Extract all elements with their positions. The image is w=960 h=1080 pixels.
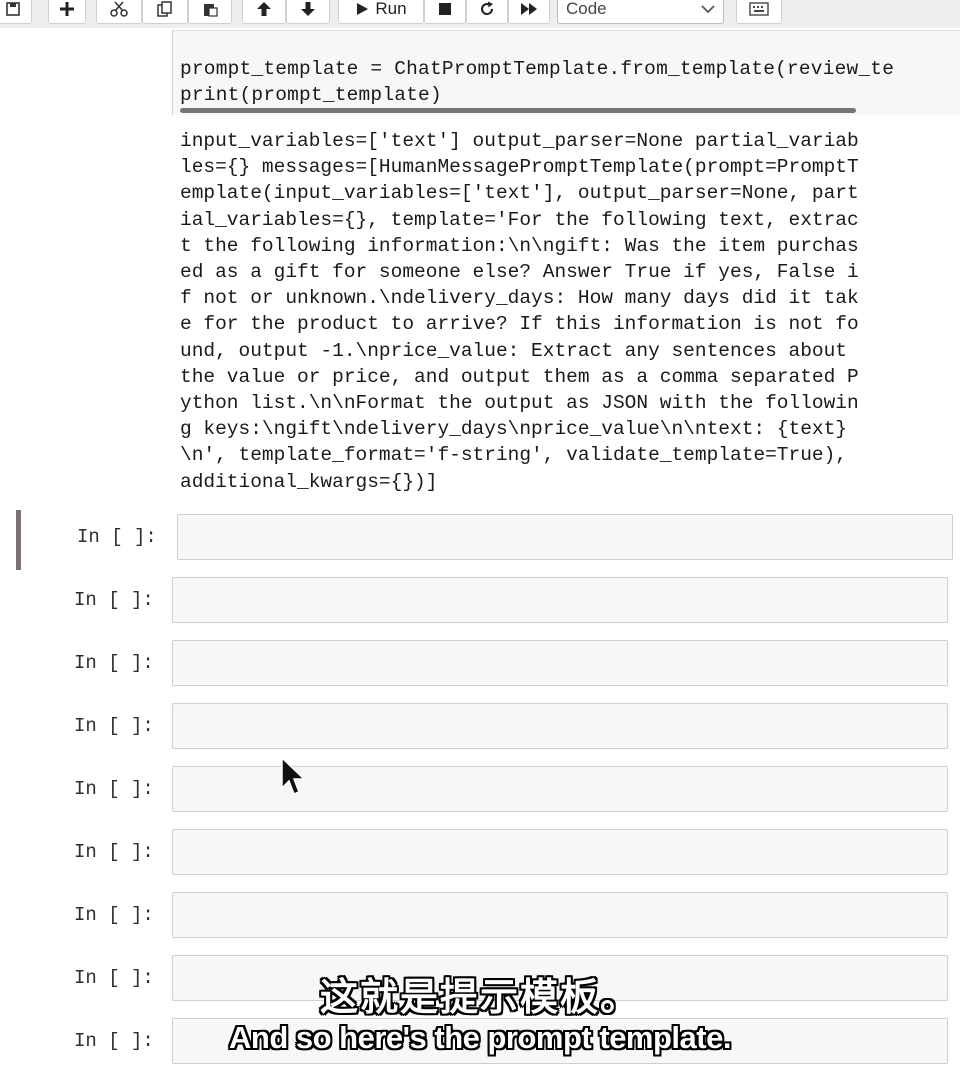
- move-up-button[interactable]: [242, 0, 286, 24]
- output-line: f not or unknown.\ndelivery_days: How ma…: [180, 287, 859, 310]
- mouse-cursor-icon: [281, 756, 306, 795]
- code-line-2: print(prompt_template): [180, 84, 442, 106]
- output-line: ial_variables={}, template='For the foll…: [180, 208, 859, 231]
- arrow-down-icon: [301, 2, 315, 16]
- save-button[interactable]: [0, 0, 32, 24]
- interrupt-button[interactable]: [424, 0, 466, 24]
- print-keyword: print: [180, 84, 240, 106]
- code-cell[interactable]: In [ ]:: [18, 699, 950, 759]
- output-line: additional_kwargs={})]: [180, 470, 438, 493]
- output-line: input_variables=['text'] output_parser=N…: [180, 130, 859, 152]
- cell-input-area[interactable]: [172, 640, 948, 686]
- output-line: g keys:\ngift\ndelivery_days\nprice_valu…: [180, 418, 848, 441]
- run-button[interactable]: Run: [338, 0, 424, 24]
- cell-type-value: Code: [566, 0, 607, 18]
- code-cell[interactable]: In [ ]:: [18, 762, 950, 822]
- run-label: Run: [375, 0, 407, 18]
- copy-button[interactable]: [142, 0, 188, 24]
- cell-prompt: In [ ]:: [74, 841, 154, 863]
- save-icon: [6, 2, 20, 16]
- restart-icon: [481, 1, 494, 16]
- cell-input-area[interactable]: [172, 577, 948, 623]
- restart-button[interactable]: [466, 0, 508, 24]
- run-all-button[interactable]: [508, 0, 550, 24]
- fast-forward-icon: [521, 3, 537, 15]
- cell-prompt: In [ ]:: [74, 778, 154, 800]
- notebook-toolbar: Run Code: [0, 0, 960, 28]
- move-down-button[interactable]: [286, 0, 330, 24]
- output-line: les={} messages=[HumanMessagePromptTempl…: [180, 156, 859, 179]
- cell-input-area[interactable]: [172, 703, 948, 749]
- cell-prompt: In [ ]:: [77, 526, 157, 548]
- arrow-up-icon: [257, 2, 271, 16]
- print-args: (prompt_template): [239, 84, 442, 106]
- cell-type-select[interactable]: Code: [557, 0, 724, 24]
- cell-input-area[interactable]: [177, 514, 953, 560]
- play-icon: [357, 3, 369, 15]
- horizontal-scrollbar[interactable]: [180, 108, 856, 113]
- chevron-down-icon: [701, 5, 715, 14]
- plus-icon: [60, 2, 74, 16]
- cell-prompt: In [ ]:: [74, 715, 154, 737]
- copy-icon: [157, 1, 172, 17]
- cut-button[interactable]: [96, 0, 142, 24]
- insert-cell-button[interactable]: [48, 0, 86, 24]
- paste-icon: [204, 4, 218, 17]
- scissors-icon: [110, 1, 128, 17]
- output-line: und, output -1.\nprice_value: Extract an…: [180, 339, 859, 362]
- code-cell[interactable]: In [ ]:: [18, 636, 950, 696]
- command-palette-button[interactable]: [736, 0, 782, 24]
- subtitle-english: And so here's the prompt template.: [229, 1020, 731, 1055]
- code-cell[interactable]: In [ ]:: [18, 888, 950, 948]
- output-line: emplate(input_variables=['text'], output…: [180, 182, 859, 205]
- output-line: the value or price, and output them as a…: [180, 365, 859, 388]
- subtitle-chinese: 这就是提示模板。: [319, 975, 640, 1019]
- code-cell[interactable]: In [ ]:: [18, 573, 950, 633]
- code-cell[interactable]: In [ ]:: [16, 510, 953, 570]
- cell-input-area[interactable]: [172, 892, 948, 938]
- keyboard-icon: [749, 2, 769, 16]
- cell-input-area[interactable]: [172, 829, 948, 875]
- code-cell[interactable]: In [ ]:: [18, 825, 950, 885]
- paste-button[interactable]: [188, 0, 232, 24]
- output-line: e for the product to arrive? If this inf…: [180, 313, 859, 336]
- output-line: t the following information:\n\ngift: Wa…: [180, 234, 859, 257]
- output-line: ed as a gift for someone else? Answer Tr…: [180, 261, 859, 284]
- cell-output: input_variables=['text'] output_parser=N…: [180, 128, 940, 495]
- cell-prompt: In [ ]:: [74, 652, 154, 674]
- cell-prompt: In [ ]:: [74, 904, 154, 926]
- stop-icon: [439, 3, 451, 15]
- cell-prompt: In [ ]:: [74, 589, 154, 611]
- output-line: \n', template_format='f-string', validat…: [180, 444, 848, 467]
- code-line-1: prompt_template = ChatPromptTemplate.fro…: [180, 58, 895, 80]
- output-line: ython list.\n\nFormat the output as JSON…: [180, 392, 859, 415]
